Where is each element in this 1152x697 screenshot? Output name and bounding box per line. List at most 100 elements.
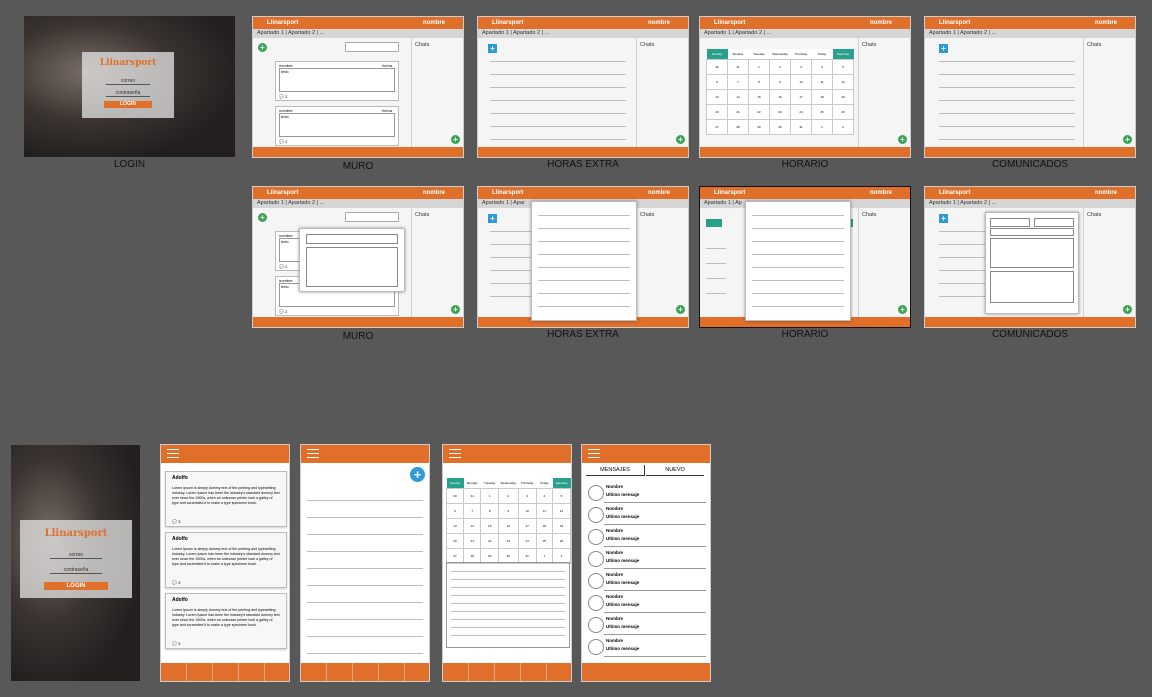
- modal-title-input[interactable]: [306, 234, 398, 244]
- calendar-day[interactable]: 29: [748, 119, 770, 135]
- calendar-day[interactable]: 31: [727, 59, 749, 75]
- new-post-modal[interactable]: [299, 228, 405, 292]
- calendar-day[interactable]: 13: [706, 89, 728, 105]
- search-input[interactable]: [345, 212, 399, 222]
- new-chat-icon[interactable]: +: [676, 305, 685, 314]
- add-entry-icon[interactable]: +: [488, 214, 497, 223]
- post-comments[interactable]: 💬 3: [172, 580, 180, 585]
- horario-modal[interactable]: [745, 201, 851, 321]
- header-user[interactable]: nombre: [648, 190, 670, 196]
- calendar-day[interactable]: 10: [517, 503, 537, 519]
- new-chat-icon[interactable]: +: [898, 305, 907, 314]
- header-user[interactable]: nombre: [423, 190, 445, 196]
- calendar-day[interactable]: 12: [552, 503, 571, 519]
- calendar-day[interactable]: 2: [769, 59, 791, 75]
- new-chat-icon[interactable]: +: [451, 135, 460, 144]
- calendar-day[interactable]: 2: [832, 119, 854, 135]
- chat-item[interactable]: Nombre Ultimo mensaje: [586, 591, 706, 613]
- add-notice-icon[interactable]: +: [939, 44, 948, 53]
- calendar-day[interactable]: 1: [748, 59, 770, 75]
- post-card[interactable]: Adolfo Lorem Ipsum is simply dummy text …: [165, 471, 287, 527]
- post-card[interactable]: nombre fecha texto 💬 2: [275, 61, 399, 101]
- chat-item[interactable]: Nombre Ultimo mensaje: [586, 481, 706, 503]
- chat-item[interactable]: Nombre Ultimo mensaje: [586, 525, 706, 547]
- add-notice-icon[interactable]: +: [939, 214, 948, 223]
- calendar-day[interactable]: 16: [498, 518, 519, 534]
- header-user[interactable]: nombre: [1095, 20, 1117, 26]
- menu-icon[interactable]: [449, 449, 461, 458]
- calendar-day[interactable]: 21: [727, 104, 749, 120]
- calendar-day[interactable]: 14: [727, 89, 749, 105]
- calendar-day[interactable]: 20: [445, 533, 465, 549]
- calendar-day[interactable]: 1: [811, 119, 833, 135]
- mobile-tabbar[interactable]: [582, 663, 710, 681]
- calendar-day[interactable]: 9: [498, 503, 519, 519]
- calendar-day[interactable]: 31: [790, 119, 812, 135]
- calendar-day[interactable]: 28: [727, 119, 749, 135]
- calendar[interactable]: Sunday Monday Tuesday Wednesday Thursday…: [445, 478, 571, 564]
- calendar-day[interactable]: 3: [790, 59, 812, 75]
- new-chat-icon[interactable]: +: [1123, 135, 1132, 144]
- calendar-day[interactable]: 24: [517, 533, 537, 549]
- calendar-day[interactable]: 7: [727, 74, 749, 90]
- comunicado-modal[interactable]: [985, 212, 1079, 314]
- mobile-tabbar[interactable]: [301, 663, 429, 681]
- calendar-day[interactable]: 25: [535, 533, 554, 549]
- calendar-day[interactable]: 26: [832, 104, 854, 120]
- horas-extra-modal[interactable]: [531, 201, 637, 321]
- calendar-day[interactable]: 2: [498, 488, 519, 504]
- new-chat-icon[interactable]: +: [898, 135, 907, 144]
- calendar-day[interactable]: 20: [706, 104, 728, 120]
- calendar-day[interactable]: 4: [535, 488, 554, 504]
- login-email-field[interactable]: correo: [106, 78, 150, 85]
- header-user[interactable]: nombre: [1095, 190, 1117, 196]
- post-card[interactable]: Adolfo Lorem Ipsum is simply dummy text …: [165, 532, 287, 588]
- breadcrumb[interactable]: Apartado 1 | Apartado 2 | ...: [253, 29, 463, 38]
- calendar-day[interactable]: 23: [769, 104, 791, 120]
- search-input[interactable]: [345, 42, 399, 52]
- post-comments[interactable]: 💬 2: [279, 139, 287, 144]
- calendar-day[interactable]: 12: [832, 74, 854, 90]
- calendar-day[interactable]: 21: [463, 533, 482, 549]
- chat-item[interactable]: Nombre Ultimo mensaje: [586, 635, 706, 657]
- new-chat-icon[interactable]: +: [451, 305, 460, 314]
- calendar-day[interactable]: 15: [480, 518, 500, 534]
- modal-subject-field[interactable]: [990, 228, 1074, 236]
- login-password-field[interactable]: contraseña: [50, 567, 102, 574]
- calendar-day[interactable]: 3: [517, 488, 537, 504]
- header-user[interactable]: nombre: [423, 20, 445, 26]
- chat-item[interactable]: Nombre Ultimo mensaje: [586, 503, 706, 525]
- calendar-day[interactable]: 8: [480, 503, 500, 519]
- add-post-icon[interactable]: +: [258, 213, 267, 222]
- post-card[interactable]: nombre fecha texto 💬 2: [275, 106, 399, 146]
- post-comments[interactable]: 💬 3: [172, 519, 180, 524]
- new-chat-icon[interactable]: +: [676, 135, 685, 144]
- breadcrumb[interactable]: Apartado 1 | Apartado 2 | ...: [700, 29, 910, 38]
- calendar-day[interactable]: 25: [811, 104, 833, 120]
- calendar-day[interactable]: 7: [463, 503, 482, 519]
- calendar-day[interactable]: 31: [463, 488, 482, 504]
- calendar-day[interactable]: 5: [832, 59, 854, 75]
- calendar-day[interactable]: 22: [748, 104, 770, 120]
- calendar-day[interactable]: 6: [706, 74, 728, 90]
- calendar-day[interactable]: 4: [811, 59, 833, 75]
- login-button[interactable]: LOGIN: [104, 101, 152, 108]
- breadcrumb[interactable]: Apartado 1 | Apartado 2 | ...: [253, 199, 463, 208]
- menu-icon[interactable]: [588, 449, 600, 458]
- modal-text-area[interactable]: [306, 247, 398, 287]
- mobile-tabbar[interactable]: [443, 663, 571, 681]
- calendar-day[interactable]: 15: [748, 89, 770, 105]
- calendar-day[interactable]: 10: [790, 74, 812, 90]
- calendar-day[interactable]: 30: [706, 59, 728, 75]
- calendar-day[interactable]: 17: [517, 518, 537, 534]
- calendar-day[interactable]: 18: [811, 89, 833, 105]
- calendar[interactable]: Sunday Monday Tuesday Wednesday Thursday…: [706, 49, 854, 135]
- add-entry-icon[interactable]: +: [410, 467, 425, 482]
- login-desktop-mockup[interactable]: Llinarsport correo contraseña LOGIN: [24, 16, 235, 157]
- calendar-day[interactable]: 1: [480, 488, 500, 504]
- tab-nuevo[interactable]: NUEVO: [646, 465, 704, 476]
- calendar-day[interactable]: 14: [463, 518, 482, 534]
- breadcrumb[interactable]: Apartado 1 | Apartado 2 | ...: [478, 29, 688, 38]
- calendar-day[interactable]: 11: [535, 503, 554, 519]
- mobile-tabbar[interactable]: [161, 663, 289, 681]
